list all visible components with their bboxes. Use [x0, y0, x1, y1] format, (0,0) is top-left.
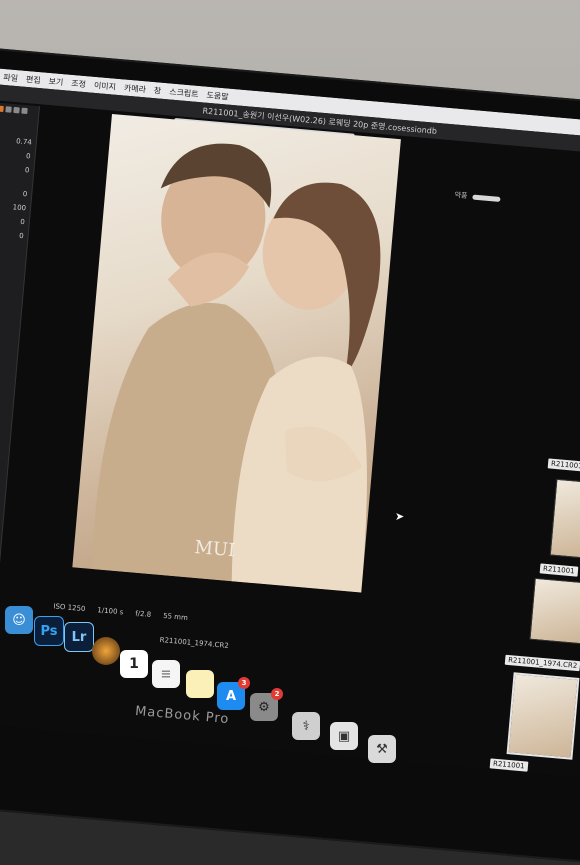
menu-camera[interactable]: 카메라 — [123, 82, 147, 95]
panel-tab-icon[interactable] — [21, 107, 28, 115]
preview-icon[interactable]: ▣ — [330, 722, 358, 750]
aperture-value: f/2.8 — [134, 609, 152, 619]
panel-value[interactable]: 0 — [0, 160, 34, 178]
panel-tab-icon[interactable] — [0, 105, 4, 113]
capture-one-icon[interactable] — [92, 637, 120, 665]
panel-tab-icon[interactable] — [5, 106, 12, 113]
photoshop-icon[interactable]: Ps — [34, 616, 64, 646]
panel-tab-row — [0, 102, 39, 118]
appstore-badge: 3 — [238, 677, 250, 689]
system-settings-icon[interactable]: ⚙ 2 — [250, 688, 283, 721]
calendar-icon[interactable]: 1 — [120, 650, 148, 678]
finder-icon[interactable]: ☺ — [5, 606, 33, 634]
appstore-icon[interactable]: A 3 — [217, 677, 250, 710]
utility-icon[interactable]: ⚒ — [368, 735, 396, 763]
lightroom-label: Lr — [71, 629, 87, 645]
photo-illustration: MUI — [92, 143, 381, 593]
iso-value: ISO 1250 — [53, 602, 86, 614]
menu-script[interactable]: 스크립트 — [169, 86, 199, 100]
lightroom-icon[interactable]: Lr — [64, 622, 94, 652]
browser-header-label: 약품 — [454, 190, 468, 201]
menu-help[interactable]: 도움말 — [206, 89, 229, 102]
menu-edit[interactable]: 편집 — [26, 73, 42, 85]
notes-icon[interactable] — [186, 670, 214, 698]
photoshop-label: Ps — [40, 623, 58, 639]
disk-utility-icon[interactable]: ⚕ — [292, 712, 320, 740]
main-photo: MUI — [72, 114, 401, 593]
menu-file[interactable]: 파일 — [3, 71, 19, 83]
menu-image[interactable]: 이미지 — [93, 79, 117, 92]
thumbnail[interactable] — [529, 577, 580, 645]
calendar-day: 1 — [129, 656, 139, 672]
settings-badge: 2 — [271, 688, 283, 700]
reminders-icon[interactable]: ≡ — [152, 660, 180, 688]
panel-value[interactable]: 0 — [0, 226, 28, 244]
menu-window[interactable]: 창 — [153, 85, 162, 97]
focal-value: 55 mm — [162, 611, 189, 623]
left-tool-panel: 0.74 0 0 0 100 0 0 — [0, 102, 40, 625]
menu-adjust[interactable]: 조정 — [71, 77, 87, 89]
shutter-value: 1/100 s — [97, 606, 124, 617]
thumbnail[interactable] — [506, 672, 580, 760]
menu-view[interactable]: 보기 — [48, 75, 64, 87]
mouse-cursor-icon: ➤ — [395, 510, 405, 523]
watermark-text: MUI — [194, 537, 236, 561]
size-slider[interactable] — [472, 194, 501, 202]
panel-tab-icon[interactable] — [13, 106, 20, 114]
